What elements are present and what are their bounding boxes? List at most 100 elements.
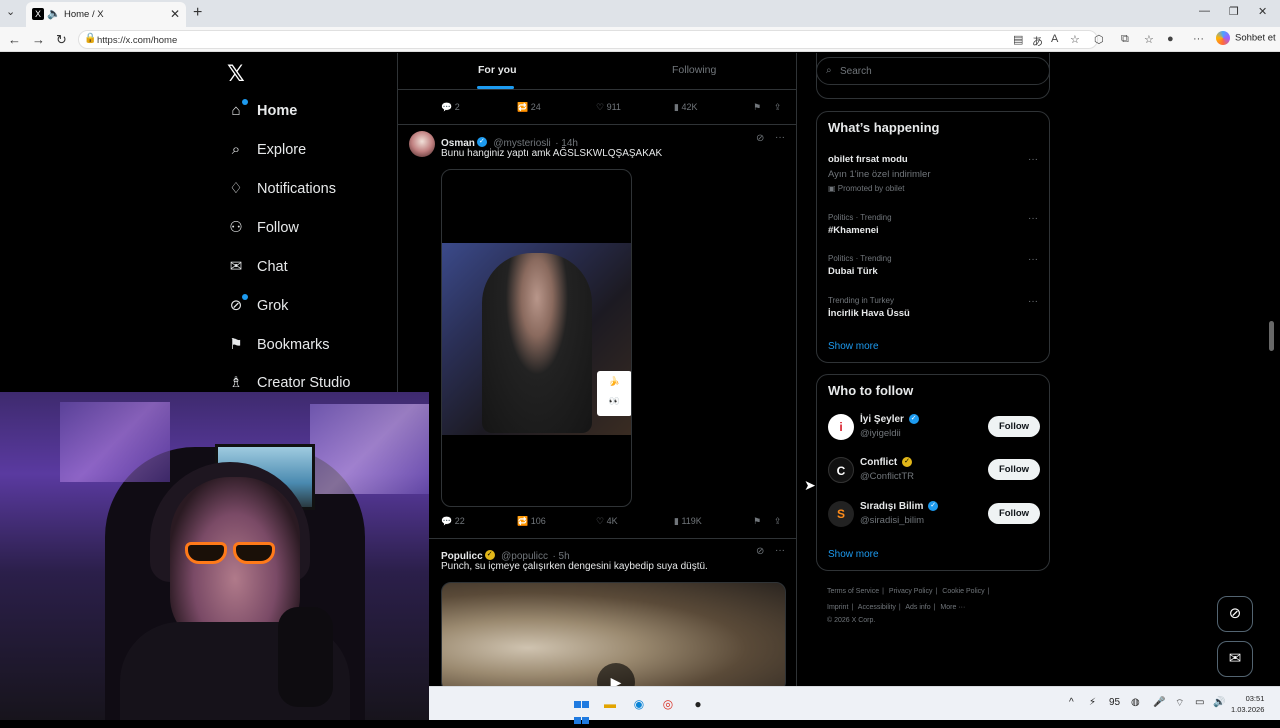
window-close-icon[interactable]: ✕: [1258, 5, 1267, 18]
like-button[interactable]: ♡ 4K: [596, 516, 618, 527]
follow-button[interactable]: Follow: [988, 416, 1040, 437]
tab-following[interactable]: Following: [672, 64, 716, 76]
more-options-icon[interactable]: ···: [1028, 296, 1038, 307]
trend-item[interactable]: Politics · Trending #Khamenei ···: [828, 213, 1038, 236]
url-bar[interactable]: 🔒 https://x.com/home: [78, 30, 1098, 49]
lock-icon[interactable]: 🔒: [84, 33, 96, 44]
bookmark-icon[interactable]: ⚑: [753, 102, 761, 113]
whats-happening-card: What’s happening obilet fırsat modu Ayın…: [816, 111, 1050, 363]
minimize-icon[interactable]: —: [1199, 5, 1210, 17]
emoji-sticker: 🍌 👀: [597, 371, 631, 416]
like-button[interactable]: ♡ 911: [596, 102, 621, 113]
steam-icon[interactable]: ◍: [1131, 697, 1140, 708]
show-more-link[interactable]: Show more: [828, 341, 879, 352]
footer-link-more[interactable]: More ···: [940, 604, 965, 611]
tray-overflow-icon[interactable]: ^: [1069, 697, 1074, 708]
footer-link-cookie[interactable]: Cookie Policy: [942, 588, 984, 595]
reply-button[interactable]: 💬 2: [441, 102, 460, 113]
forward-icon[interactable]: →: [32, 32, 45, 47]
wifi-icon[interactable]: ⌔: [1175, 697, 1184, 710]
network-icon[interactable]: ⚡: [1089, 697, 1096, 708]
refresh-icon[interactable]: ↻: [56, 32, 67, 48]
display-icon[interactable]: ▭: [1195, 697, 1204, 708]
tab-for-you[interactable]: For you: [478, 64, 517, 76]
share-icon[interactable]: ⇪: [774, 516, 782, 527]
new-tab-icon[interactable]: +: [193, 4, 202, 22]
volume-icon[interactable]: 🔊: [1213, 697, 1225, 708]
tweet-video[interactable]: ▶: [441, 582, 786, 686]
more-options-icon[interactable]: ···: [1028, 254, 1038, 265]
restore-icon[interactable]: ❐: [1229, 5, 1239, 18]
read-aloud-icon[interactable]: A: [1051, 33, 1058, 45]
speaker-icon[interactable]: 🔈: [47, 7, 61, 20]
split-screen-icon[interactable]: ⧉: [1121, 33, 1129, 46]
follow-suggestion[interactable]: S Sıradışı Bilim ✓ @siradisi_bilim Follo…: [828, 499, 1040, 529]
views-button[interactable]: ▮ 42K: [674, 102, 697, 113]
favorite-star-icon[interactable]: ☆: [1070, 33, 1080, 46]
views-button[interactable]: ▮ 119K: [674, 516, 702, 527]
footer-link-ads-info[interactable]: Ads info: [905, 604, 930, 611]
follow-button[interactable]: Follow: [988, 459, 1040, 480]
obs-icon[interactable]: ●: [689, 696, 707, 712]
follow-suggestion[interactable]: i İyi Şeyler ✓ @iyigeldii Follow: [828, 412, 1040, 442]
avatar[interactable]: i: [828, 414, 854, 440]
translate-icon[interactable]: あ: [1032, 33, 1043, 49]
more-options-icon[interactable]: ···: [1028, 154, 1038, 165]
favorites-icon[interactable]: ☆: [1144, 33, 1154, 46]
reply-button[interactable]: 💬 22: [441, 516, 465, 527]
avatar[interactable]: S: [828, 501, 854, 527]
more-options-icon[interactable]: ···: [1028, 213, 1038, 224]
messages-fab-button[interactable]: ✉: [1217, 641, 1253, 677]
tab-list-icon[interactable]: ⌄: [6, 5, 15, 18]
repost-button[interactable]: 🔁 24: [517, 102, 541, 113]
edge-icon[interactable]: ◉: [630, 696, 648, 712]
sidebar-item-chat[interactable]: ✉ Chat: [227, 252, 288, 282]
grok-fab-button[interactable]: ⊘: [1217, 596, 1253, 632]
search-input[interactable]: ⌕ Search: [816, 57, 1050, 85]
browser-tab[interactable]: X 🔈 Home / X ✕: [26, 2, 186, 27]
clock[interactable]: 03:51 1.03.2026: [1231, 693, 1264, 715]
trend-item[interactable]: Trending in Turkey İncirlik Hava Üssü ··…: [828, 296, 1038, 319]
close-tab-icon[interactable]: ✕: [170, 7, 180, 21]
footer-link-terms[interactable]: Terms of Service: [827, 588, 879, 595]
trend-item[interactable]: Politics · Trending Dubai Türk ···: [828, 254, 1038, 277]
verified-badge-icon: ✓: [476, 136, 487, 147]
sidebar-item-home[interactable]: ⌂ Home: [227, 96, 297, 126]
footer-link-accessibility[interactable]: Accessibility: [858, 604, 896, 611]
sidebar-item-follow[interactable]: ⚇ Follow: [227, 213, 299, 243]
mic-icon[interactable]: 🎤: [1153, 697, 1165, 708]
sidebar-item-grok[interactable]: ⊘ Grok: [227, 291, 288, 321]
scrollbar[interactable]: [1269, 321, 1274, 351]
more-menu-icon[interactable]: ···: [1193, 33, 1204, 45]
reader-icon[interactable]: ▤: [1013, 33, 1023, 46]
battery-label[interactable]: 95: [1109, 697, 1120, 708]
back-icon[interactable]: ←: [8, 32, 21, 47]
follow-button[interactable]: Follow: [988, 503, 1040, 524]
footer-link-imprint[interactable]: Imprint: [827, 604, 848, 611]
bookmark-icon[interactable]: ⚑: [753, 516, 761, 527]
repost-button[interactable]: 🔁 106: [517, 516, 546, 527]
profile-avatar-icon[interactable]: ●: [1167, 33, 1174, 45]
chrome-icon[interactable]: ◎: [659, 696, 677, 712]
copilot-chat-button[interactable]: Sohbet et: [1216, 31, 1276, 45]
more-options-icon[interactable]: ···: [775, 545, 785, 556]
trend-item-promoted[interactable]: obilet fırsat modu Ayın 1'ine özel indir…: [828, 154, 1038, 193]
play-icon[interactable]: ▶: [597, 663, 635, 686]
extensions-icon[interactable]: ⬡: [1094, 33, 1104, 46]
file-explorer-icon[interactable]: ▬: [601, 696, 619, 712]
sidebar-item-explore[interactable]: ⌕ Explore: [227, 135, 306, 165]
sidebar-item-notifications[interactable]: ♢ Notifications: [227, 174, 336, 204]
avatar[interactable]: [409, 131, 435, 157]
footer-link-privacy[interactable]: Privacy Policy: [889, 588, 933, 595]
follow-suggestion[interactable]: C Conflict ✓ @ConflictTR Follow: [828, 455, 1040, 485]
share-icon[interactable]: ⇪: [774, 102, 782, 113]
more-options-icon[interactable]: ···: [775, 132, 785, 143]
x-logo[interactable]: 𝕏: [227, 61, 245, 87]
windows-start-icon[interactable]: [572, 696, 590, 724]
grok-analyze-icon[interactable]: ⊘: [756, 546, 764, 557]
show-more-link[interactable]: Show more: [828, 549, 879, 560]
tweet-video[interactable]: 🍌 👀: [441, 169, 632, 507]
sidebar-item-bookmarks[interactable]: ⚑ Bookmarks: [227, 330, 329, 360]
avatar[interactable]: C: [828, 457, 854, 483]
grok-analyze-icon[interactable]: ⊘: [756, 133, 764, 144]
